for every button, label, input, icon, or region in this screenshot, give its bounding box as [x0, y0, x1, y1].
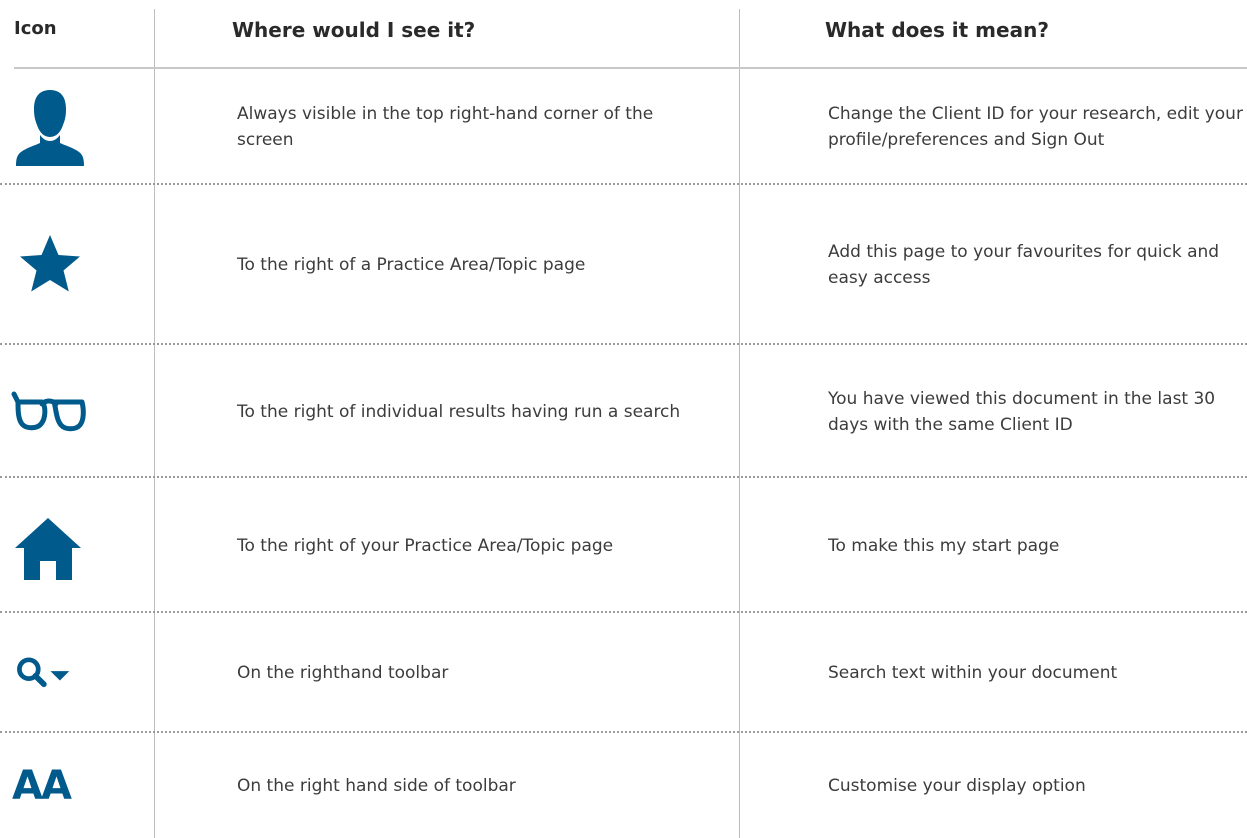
- row-where-text: To the right of your Practice Area/Topic…: [237, 535, 614, 556]
- row-what-text: To make this my start page: [828, 535, 1060, 556]
- table-row: To the right of individual results havin…: [0, 345, 1247, 478]
- glasses-icon: [10, 345, 90, 478]
- row-what-text: Search text within your document: [828, 663, 1118, 683]
- text-size-icon: AA: [10, 733, 90, 838]
- text-size-icon-label: AA: [12, 762, 72, 809]
- header-where: Where would I see it?: [232, 18, 476, 42]
- star-icon: [10, 185, 90, 345]
- row-what-text: Customise your display option: [828, 775, 1086, 796]
- table-row: To the right of a Practice Area/Topic pa…: [0, 185, 1247, 345]
- header-icon: Icon: [14, 18, 57, 39]
- row-what-text: Change the Client ID for your research, …: [828, 104, 1243, 150]
- row-where-text: On the right hand side of toolbar: [237, 775, 516, 796]
- row-where-text: On the righthand toolbar: [237, 663, 449, 683]
- home-icon: [10, 478, 90, 613]
- table-row: AA On the right hand side of toolbar Cus…: [0, 733, 1247, 838]
- row-what-text: You have viewed this document in the las…: [828, 388, 1216, 435]
- header-what: What does it mean?: [825, 18, 1049, 42]
- table-row: To the right of your Practice Area/Topic…: [0, 478, 1247, 613]
- row-where-text: To the right of a Practice Area/Topic pa…: [237, 255, 586, 275]
- table-row: On the righthand toolbar Search text wit…: [0, 613, 1247, 733]
- search-dropdown-icon: [10, 613, 90, 733]
- table-row: Always visible in the top right-hand cor…: [0, 69, 1247, 185]
- row-what-text: Add this page to your favourites for qui…: [828, 242, 1220, 288]
- row-where-text: Always visible in the top right-hand cor…: [237, 104, 654, 150]
- row-where-text: To the right of individual results havin…: [237, 401, 681, 422]
- user-profile-icon: [10, 69, 90, 185]
